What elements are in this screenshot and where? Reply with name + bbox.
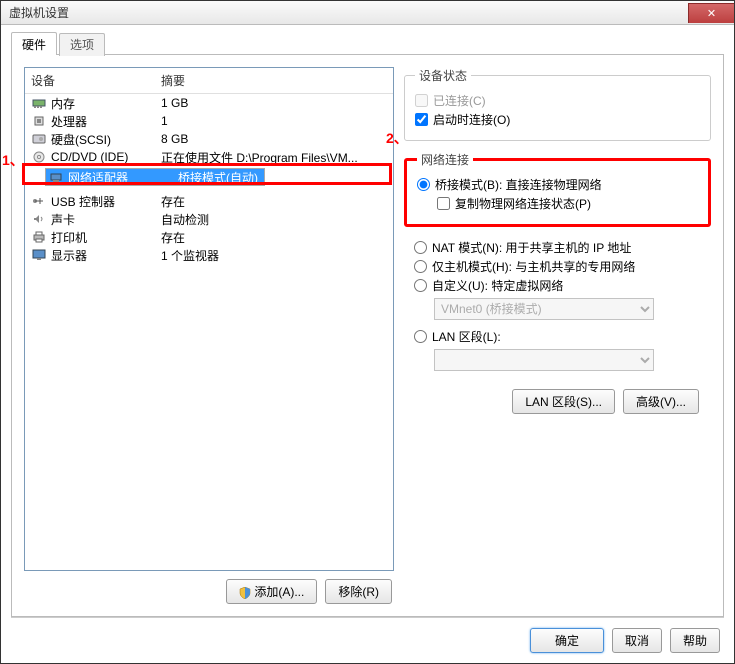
device-summary: 1 个监视器 [161,247,387,264]
network-connection-legend: 网络连接 [417,151,473,168]
tab-options[interactable]: 选项 [59,33,105,56]
device-name: 内存 [51,95,161,112]
device-row-cpu[interactable]: 处理器1 [25,112,393,130]
device-summary: 桥接模式(自动) [178,169,262,186]
hdr-device: 设备 [31,72,161,89]
tab-hardware[interactable]: 硬件 [11,32,57,55]
device-row-disk[interactable]: 硬盘(SCSI)8 GB [25,130,393,148]
device-row-display[interactable]: 显示器1 个监视器 [25,246,393,264]
device-row-printer[interactable]: 打印机存在 [25,228,393,246]
device-summary: 存在 [161,229,387,246]
device-row-cd[interactable]: CD/DVD (IDE)正在使用文件 D:\Program Files\VM..… [25,148,393,166]
device-summary: 存在 [161,193,387,210]
device-status-group: 设备状态 已连接(C) 启动时连接(O) [404,67,711,141]
lan-segments-button[interactable]: LAN 区段(S)... [512,389,615,414]
add-button[interactable]: 添加(A)... [226,579,317,604]
sound-icon [31,212,47,226]
device-summary: 1 GB [161,96,387,110]
device-list[interactable]: 设备 摘要 内存1 GB处理器1硬盘(SCSI)8 GBCD/DVD (IDE)… [24,67,394,571]
cd-icon [31,150,47,164]
bridged-radio[interactable]: 桥接模式(B): 直接连接物理网络 [417,176,698,193]
device-name: 声卡 [51,211,161,228]
lan-segment-select [434,349,654,371]
custom-vmnet-select: VMnet0 (桥接模式) [434,298,654,320]
device-summary: 8 GB [161,132,387,146]
close-button[interactable]: ✕ [688,3,734,23]
device-name: CD/DVD (IDE) [51,150,161,164]
titlebar: 虚拟机设置 ✕ [1,1,734,25]
device-name: 显示器 [51,247,161,264]
list-header: 设备 摘要 [25,68,393,94]
annotation-2: 2、 [386,128,408,148]
device-name: 处理器 [51,113,161,130]
replicate-checkbox[interactable]: 复制物理网络连接状态(P) [437,195,698,212]
hdr-summary: 摘要 [161,72,185,89]
device-name: USB 控制器 [51,193,161,210]
shield-icon [239,587,251,599]
device-row-net[interactable]: 网络适配器桥接模式(自动) [45,168,265,186]
advanced-button[interactable]: 高级(V)... [623,389,699,414]
device-summary: 1 [161,114,387,128]
device-summary: 正在使用文件 D:\Program Files\VM... [161,149,387,166]
window-title: 虚拟机设置 [9,4,69,21]
dialog-footer: 确定 取消 帮助 [11,617,724,653]
help-button[interactable]: 帮助 [670,628,720,653]
remove-button[interactable]: 移除(R) [325,579,392,604]
memory-icon [31,96,47,110]
usb-icon [31,194,47,208]
device-name: 网络适配器 [68,169,178,186]
custom-radio[interactable]: 自定义(U): 特定虚拟网络 [414,277,701,294]
disk-icon [31,132,47,146]
cpu-icon [31,114,47,128]
cancel-button[interactable]: 取消 [612,628,662,653]
connected-checkbox[interactable]: 已连接(C) [415,92,700,109]
connect-at-poweron-checkbox[interactable]: 启动时连接(O) [415,111,700,128]
ok-button[interactable]: 确定 [530,628,604,653]
vm-settings-window: 虚拟机设置 ✕ 硬件 选项 设备 摘要 内存1 GB处理器1硬盘(SCSI)8 … [0,0,735,664]
nat-radio[interactable]: NAT 模式(N): 用于共享主机的 IP 地址 [414,239,701,256]
net-icon [48,170,64,184]
device-name: 硬盘(SCSI) [51,131,161,148]
device-row-sound[interactable]: 声卡自动检测 [25,210,393,228]
annotation-1: 1、 [2,150,24,170]
device-row-memory[interactable]: 内存1 GB [25,94,393,112]
lan-segment-radio[interactable]: LAN 区段(L): [414,328,701,345]
device-summary: 自动检测 [161,211,387,228]
device-name: 打印机 [51,229,161,246]
device-status-legend: 设备状态 [415,67,471,84]
printer-icon [31,230,47,244]
network-connection-group: 网络连接 桥接模式(B): 直接连接物理网络 复制物理网络连接状态(P) [404,151,711,227]
tab-strip: 硬件 选项 [11,31,724,55]
hostonly-radio[interactable]: 仅主机模式(H): 与主机共享的专用网络 [414,258,701,275]
display-icon [31,248,47,262]
device-row-usb[interactable]: USB 控制器存在 [25,192,393,210]
